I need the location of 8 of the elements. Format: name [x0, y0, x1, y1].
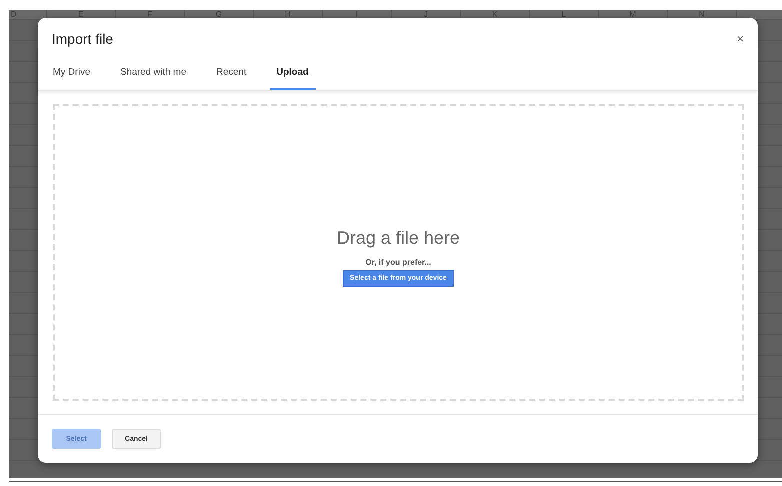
tab[interactable]: Upload — [270, 64, 316, 90]
dialog-title: Import file — [52, 31, 114, 47]
drop-heading: Drag a file here — [336, 228, 460, 249]
tab[interactable]: Recent — [210, 64, 254, 90]
tab[interactable]: Shared with me — [113, 64, 194, 90]
tab[interactable]: My Drive — [46, 64, 98, 90]
drop-subtext: Or, if you prefer... — [366, 258, 432, 267]
close-button[interactable]: × — [732, 32, 748, 46]
